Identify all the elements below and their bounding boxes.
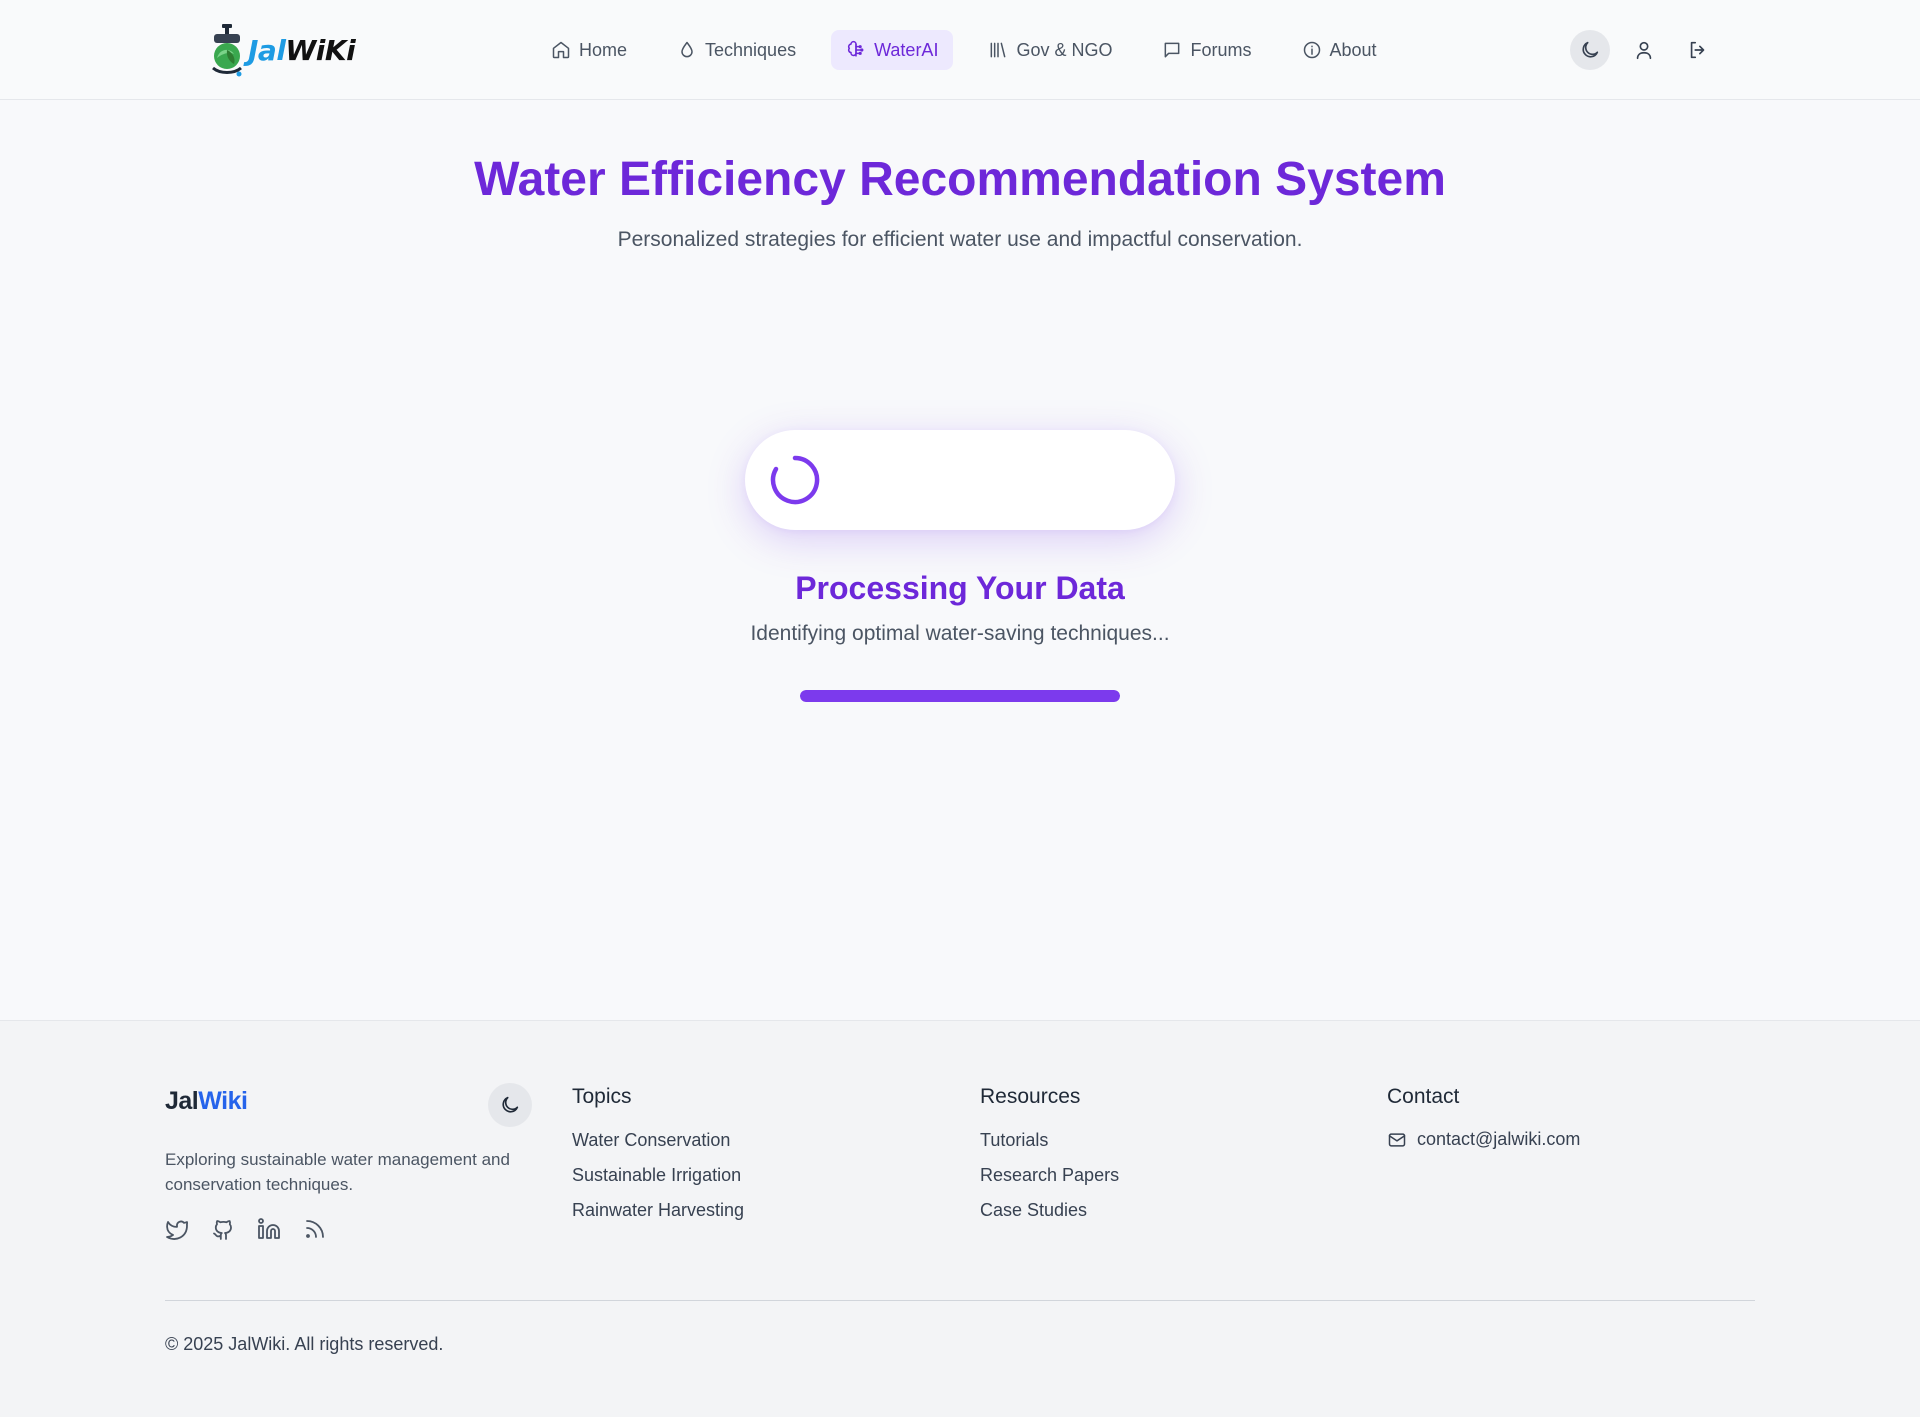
footer-link-tutorials[interactable]: Tutorials [980,1129,1119,1164]
footer-email-link[interactable]: contact@jalwiki.com [1387,1129,1580,1150]
moon-icon [502,1096,519,1113]
github-icon [213,1220,232,1240]
footer-link-sustainable-irrigation[interactable]: Sustainable Irrigation [572,1164,744,1199]
nav-gov-ngo[interactable]: Gov & NGO [973,30,1127,70]
footer-brand: JalWiki [165,1087,248,1116]
nav-techniques[interactable]: Techniques [662,30,811,70]
library-icon [991,42,1006,58]
footer-link-case-studies[interactable]: Case Studies [980,1199,1119,1234]
processing-text: Identifying optimal water-saving techniq… [750,622,1170,645]
linkedin-link[interactable] [257,1217,281,1241]
nav-waterai-label: WaterAI [874,39,939,60]
user-icon [1636,41,1652,60]
header-actions [1570,30,1718,70]
rss-link[interactable] [303,1217,327,1241]
profile-button[interactable] [1624,30,1664,70]
site-footer: JalWiki Exploring sustainable water mana… [0,1020,1920,1417]
footer-resources-heading: Resources [980,1085,1081,1108]
progress-bar [800,690,1120,702]
footer-link-water-conservation[interactable]: Water Conservation [572,1129,744,1164]
linkedin-icon [258,1218,280,1239]
twitter-icon [166,1220,188,1240]
nav-gov-ngo-label: Gov & NGO [1016,39,1113,60]
logout-button[interactable] [1678,30,1718,70]
nav-techniques-label: Techniques [705,39,797,60]
footer-brand-jal: Jal [165,1087,199,1115]
brain-icon [848,40,864,57]
logout-icon [1690,41,1705,59]
footer-email: contact@jalwiki.com [1417,1129,1581,1149]
footer-description: Exploring sustainable water management a… [165,1150,510,1194]
footer-resources: Resources Tutorials Research Papers Case… [980,1085,1119,1234]
footer-divider [165,1300,1755,1301]
nav-about[interactable]: About [1287,30,1392,70]
twitter-link[interactable] [165,1217,189,1241]
logo-wiki: WiKi [285,33,356,67]
processing-title: Processing Your Data [795,570,1125,606]
nav-about-label: About [1329,39,1377,60]
moon-icon [1582,41,1599,58]
theme-toggle-button[interactable] [1570,30,1610,70]
footer-contact-heading: Contact [1387,1085,1460,1108]
nav-home-label: Home [579,39,628,60]
page-title: Water Efficiency Recommendation System [474,153,1446,206]
nav-forums-label: Forums [1190,39,1252,60]
home-icon [552,41,570,59]
logo-wordmark: JalWiKi [248,33,356,67]
nav-forums[interactable]: Forums [1147,30,1266,70]
site-logo[interactable]: JalWiKi [206,22,356,78]
info-icon [1303,41,1320,59]
message-square-icon [1165,42,1180,58]
spinner-icon [770,455,820,505]
progress-bar-fill [800,690,1120,702]
footer-brand-wiki: Wiki [198,1087,248,1115]
github-link[interactable] [211,1217,235,1241]
site-header: JalWiKi Home Techniques WaterAI Gov & NG… [0,0,1920,100]
nav-waterai[interactable]: WaterAI [831,30,954,70]
footer-topics: Topics Water Conservation Sustainable Ir… [572,1085,744,1234]
page-subtitle: Personalized strategies for efficient wa… [617,228,1303,251]
logo-jal: Jal [248,33,286,67]
mail-icon [1388,1132,1406,1147]
faucet-plant-logo-icon [212,24,242,77]
footer-contact: Contact contact@jalwiki.com [1387,1085,1580,1150]
footer-topics-heading: Topics [572,1085,632,1108]
loading-card [745,430,1175,530]
footer-theme-toggle-button[interactable] [488,1083,532,1127]
rss-icon [306,1220,324,1238]
droplet-icon [681,41,693,58]
footer-link-rainwater-harvesting[interactable]: Rainwater Harvesting [572,1199,744,1234]
nav-home[interactable]: Home [536,30,642,70]
main-nav: Home Techniques WaterAI Gov & NGO Forums… [536,30,1412,70]
copyright: © 2025 JalWiki. All rights reserved. [165,1334,444,1354]
social-links [165,1217,327,1241]
footer-link-research-papers[interactable]: Research Papers [980,1164,1119,1199]
